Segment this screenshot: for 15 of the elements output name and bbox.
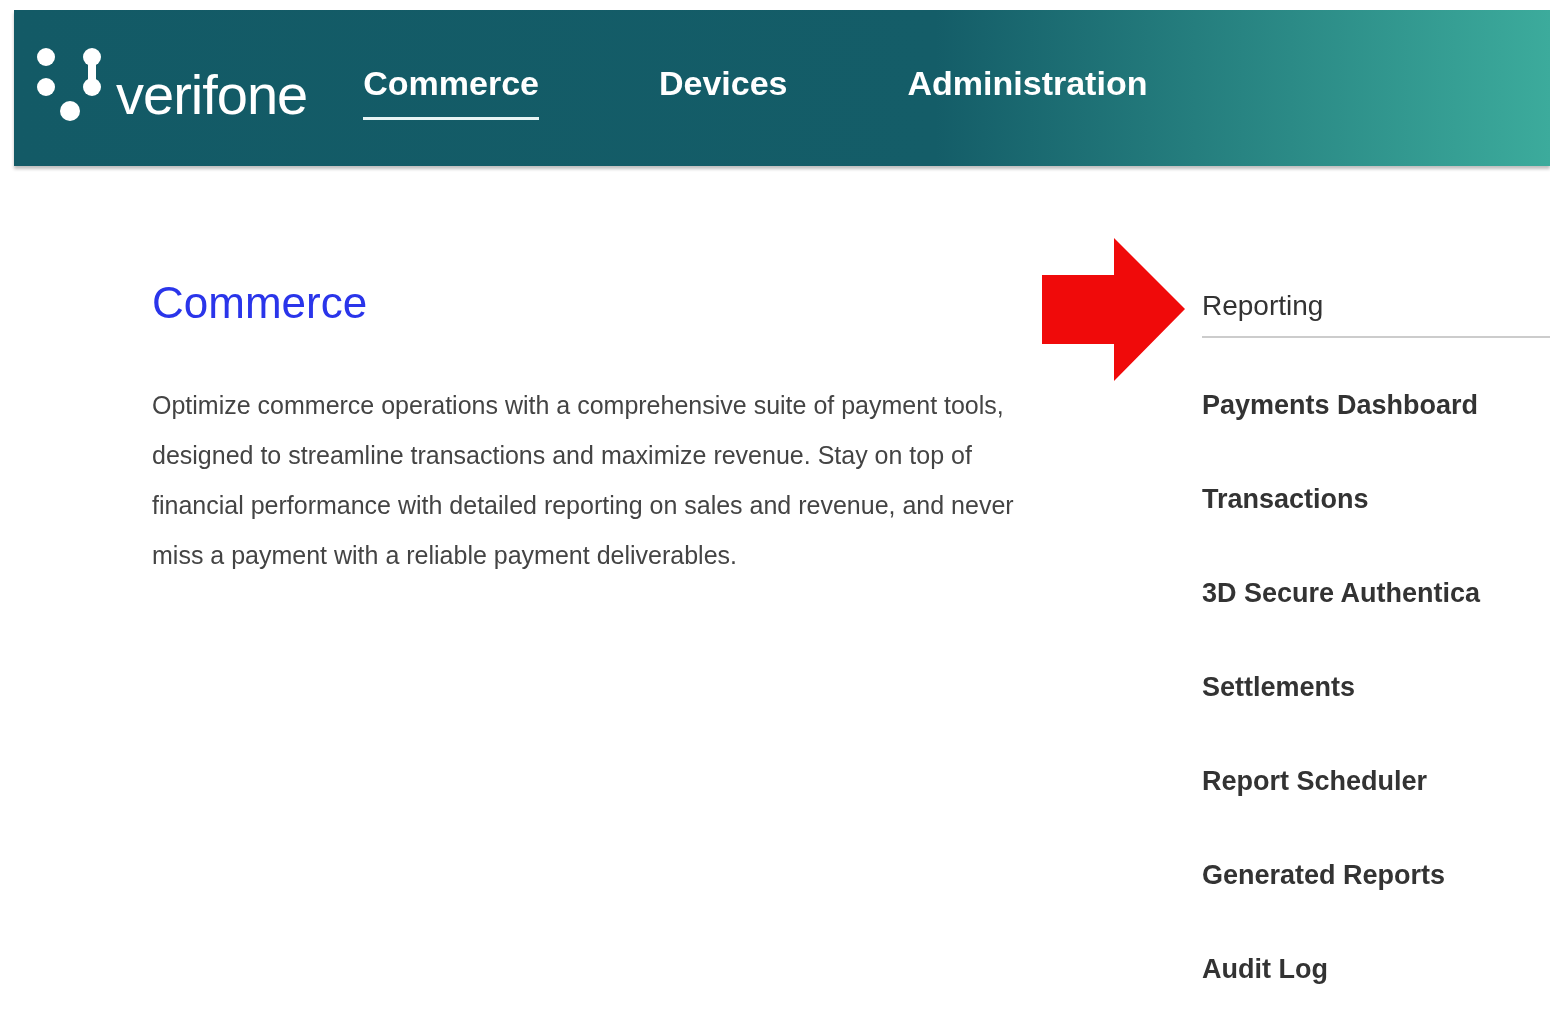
menu-link[interactable]: Audit Log — [1202, 922, 1550, 1011]
nav-tab[interactable]: Commerce — [363, 64, 539, 120]
section-title: Commerce — [152, 278, 369, 328]
section-description: Optimize commerce operations with a comprehensive suite of payment tools, designed to streamline transactions and maximize revenue. Stay on top of financial performance with detailed reporting on sales and revenue, and never miss a payment with a reliable payment deliverables. — [152, 390, 1015, 571]
nav-tab[interactable]: Administration — [907, 64, 1148, 120]
menu-link[interactable]: Report Scheduler — [1202, 734, 1550, 828]
logo-wordmark[interactable]: verifone — [116, 67, 308, 129]
menu-link[interactable]: Transactions — [1202, 452, 1550, 546]
menu-link[interactable]: Payments Dashboard — [1202, 358, 1550, 452]
menu-link[interactable]: Generated Reports — [1202, 828, 1550, 922]
menu-heading: Reporting — [1202, 290, 1550, 338]
pointer-arrow-icon — [1042, 238, 1185, 381]
nav-tab[interactable]: Devices — [659, 64, 788, 120]
menu-link[interactable]: 3D Secure Authentica — [1202, 546, 1550, 640]
menu-link[interactable]: Settlements — [1202, 640, 1550, 734]
